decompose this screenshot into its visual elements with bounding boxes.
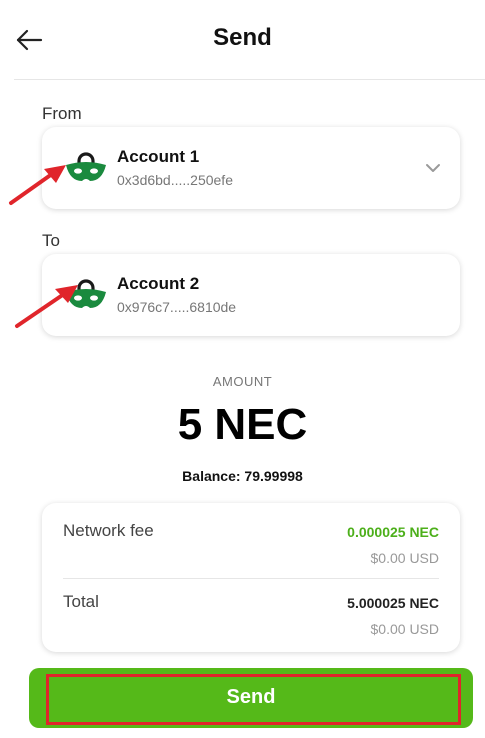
send-button-label: Send [226,686,276,708]
from-account-address: 0x3d6bd.....250efe [117,172,233,188]
total-usd: $0.00 USD [370,621,439,637]
header-divider [14,79,485,80]
balance-text: Balance: 79.99998 [182,468,303,484]
fee-divider [63,578,439,579]
network-fee-row: Network fee 0.000025 NEC $0.00 USD [63,521,439,581]
page-title: Send [213,24,272,51]
network-fee-usd: $0.00 USD [370,550,439,566]
send-button[interactable]: Send [29,668,473,728]
to-account-card[interactable]: Account 2 0x976c7.....6810de [42,254,460,336]
network-fee-label: Network fee [63,521,154,540]
from-label: From [42,104,82,123]
to-label: To [42,231,60,250]
to-account-name: Account 2 [117,274,200,293]
network-fee-amount: 0.000025 NEC [347,524,439,540]
chevron-down-icon[interactable] [424,159,442,177]
to-account-address: 0x976c7.....6810de [117,299,237,315]
total-label: Total [63,592,99,611]
total-row: Total 5.000025 NEC $0.00 USD [63,592,439,652]
from-account-selector[interactable]: Account 1 0x3d6bd.....250efe [42,127,460,209]
fee-summary-card: Network fee 0.000025 NEC $0.00 USD Total… [42,503,460,652]
from-account-name: Account 1 [117,147,200,166]
neo-wallet-logo-icon [66,152,106,181]
neo-wallet-logo-icon [66,279,106,308]
total-amount: 5.000025 NEC [347,595,439,611]
amount-label: AMOUNT [212,374,273,389]
amount-value[interactable]: 5 NEC [0,400,485,450]
header: Send [0,0,485,80]
